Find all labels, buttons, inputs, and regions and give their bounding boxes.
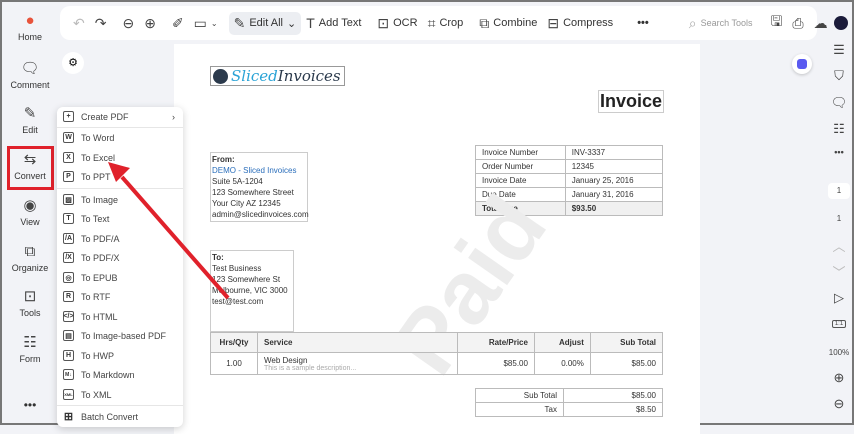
actual-size-button[interactable]: 1:1 — [832, 320, 846, 328]
red-arrow-annotation — [108, 162, 230, 300]
ai-icon — [797, 59, 807, 69]
form-panel-icon[interactable]: ☷ — [822, 121, 854, 137]
zoom-level[interactable]: 100% — [822, 348, 854, 357]
ai-floating-button[interactable] — [792, 54, 812, 74]
thumbnails-icon[interactable]: ☰ — [822, 42, 854, 58]
select-tool-icon[interactable]: ▷ — [822, 290, 854, 306]
more-icon[interactable]: ••• — [822, 147, 854, 157]
zoom-out-icon[interactable]: ⊖ — [822, 396, 854, 412]
page-total: 1 — [836, 214, 842, 223]
zoom-in-icon[interactable]: ⊕ — [822, 370, 854, 386]
prev-page-icon[interactable]: ︿ — [822, 236, 854, 255]
page-number-input[interactable]: 1 — [828, 183, 850, 199]
bookmark-icon[interactable]: ⛉ — [822, 68, 854, 84]
comment-panel-icon[interactable]: 🗨 — [822, 95, 854, 111]
next-page-icon[interactable]: ﹀ — [822, 262, 854, 281]
